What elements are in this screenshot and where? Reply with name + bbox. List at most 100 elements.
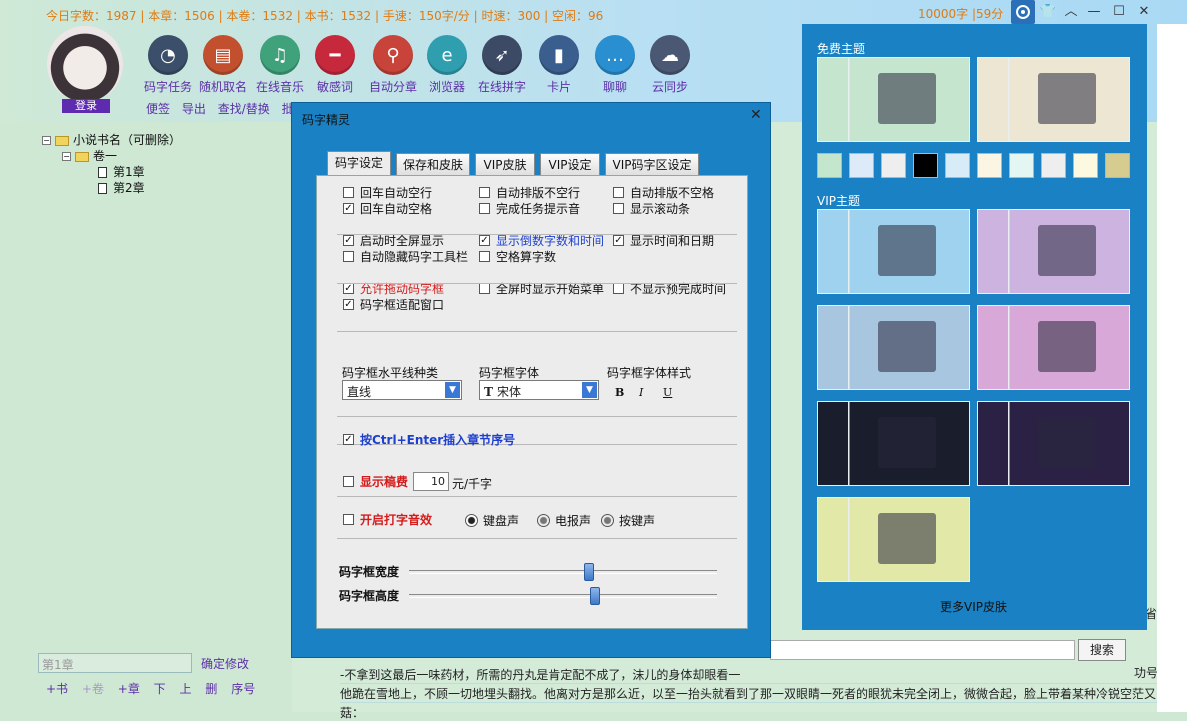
typing-sound-checkbox[interactable]: 开启打字音效 [343, 511, 432, 528]
chapter-name-input[interactable]: 第1章 [38, 653, 192, 673]
tool-chat-button[interactable]: … 聊聊 [585, 35, 645, 95]
option-checkbox[interactable]: 完成任务提示音 [479, 200, 580, 217]
vip-theme-thumbnail[interactable] [817, 305, 970, 390]
italic-button[interactable]: I [639, 386, 643, 399]
width-slider-thumb[interactable] [583, 563, 594, 581]
dialog-close-button[interactable]: ✕ [750, 107, 762, 123]
radio-keypress[interactable]: 按键声 [601, 512, 655, 529]
option-checkbox[interactable]: 自动隐藏码字工具栏 [343, 248, 468, 265]
color-swatch[interactable] [977, 153, 1002, 178]
tree-book[interactable]: − 小说书名（可删除） [42, 131, 181, 148]
option-checkbox[interactable]: 自动排版不空行 [479, 184, 580, 201]
tree-volume[interactable]: − 卷一 [62, 147, 117, 164]
vip-theme-thumbnail[interactable] [977, 209, 1130, 294]
skin-shirt-button[interactable]: 👕 [1037, 2, 1059, 22]
tool-gauge-button[interactable]: ◔ 码字任务 [138, 35, 198, 95]
radio-telegraph[interactable]: 电报声 [537, 512, 591, 529]
color-swatch[interactable] [849, 153, 874, 178]
tree-chapter[interactable]: 第2章 [98, 179, 145, 196]
radio-label: 电报声 [555, 514, 592, 528]
number-button[interactable]: 序号 [231, 682, 255, 696]
tab-vip-typing-area[interactable]: VIP码字区设定 [605, 153, 699, 177]
close-button[interactable]: ✕ [1133, 2, 1155, 22]
add-chapter-button[interactable]: +章 [118, 682, 140, 696]
free-theme-thumbnail[interactable] [817, 57, 970, 142]
option-checkbox[interactable]: 空格算字数 [479, 248, 556, 265]
tool-rocket-button[interactable]: ➶ 在线拼字 [472, 35, 532, 95]
fee-input[interactable]: 10 [413, 472, 449, 491]
tool-music-button[interactable]: ♫ 在线音乐 [250, 35, 310, 95]
color-swatch[interactable] [945, 153, 970, 178]
add-volume-button[interactable]: +卷 [82, 682, 104, 696]
tool-book-button[interactable]: ▤ 随机取名 [193, 35, 253, 95]
vip-theme-thumbnail[interactable] [977, 305, 1130, 390]
line-type-select[interactable]: 直线 ▼ [342, 380, 462, 400]
collapse-toggle-icon[interactable]: − [42, 136, 51, 145]
vip-theme-thumbnail[interactable] [817, 497, 970, 582]
avatar[interactable] [47, 26, 123, 102]
find-replace-link[interactable]: 查找/替换 [218, 102, 270, 116]
tree-chapter[interactable]: 第1章 [98, 163, 145, 180]
option-checkbox[interactable]: ✓ 码字框适配窗口 [343, 296, 444, 313]
search-input[interactable] [770, 640, 1075, 660]
browser-icon: e [427, 35, 467, 75]
height-slider-thumb[interactable] [589, 587, 600, 605]
login-button[interactable]: 登录 [62, 99, 110, 113]
tool-compass-button[interactable]: ⚲ 自动分章 [363, 35, 423, 95]
minimize-button[interactable]: — [1083, 2, 1105, 22]
option-checkbox[interactable]: 回车自动空行 [343, 184, 432, 201]
tab-save-and-skin[interactable]: 保存和皮肤 [396, 153, 470, 177]
search-button[interactable]: 搜索 [1078, 639, 1126, 661]
color-swatch[interactable] [913, 153, 938, 178]
color-swatch[interactable] [1073, 153, 1098, 178]
collapse-toggle-icon[interactable]: − [62, 152, 71, 161]
more-vip-skins-link[interactable]: 更多VIP皮肤 [940, 598, 1007, 615]
ctrl-enter-checkbox[interactable]: ✓ 按Ctrl+Enter插入章节序号 [343, 431, 515, 448]
tab-vip-settings[interactable]: VIP设定 [540, 153, 600, 177]
free-theme-thumbnail[interactable] [977, 57, 1130, 142]
option-checkbox[interactable]: 显示滚动条 [613, 200, 690, 217]
color-swatch[interactable] [881, 153, 906, 178]
option-label: 回车自动空格 [360, 202, 433, 216]
move-down-button[interactable]: 下 [154, 682, 166, 696]
color-swatch[interactable] [1105, 153, 1130, 178]
checkbox-icon [343, 251, 354, 262]
option-label: 自动排版不空行 [496, 186, 581, 200]
minimize-icon: — [1087, 4, 1101, 19]
tool-bookmark-button[interactable]: ▮ 卡片 [529, 35, 589, 95]
confirm-edit-link[interactable]: 确定修改 [201, 655, 249, 672]
export-link[interactable]: 导出 [182, 102, 206, 116]
tab-vip-skin[interactable]: VIP皮肤 [475, 153, 535, 177]
show-fee-checkbox[interactable]: 显示稿费 [343, 473, 408, 490]
vip-theme-thumbnail[interactable] [977, 401, 1130, 486]
radio-icon [537, 514, 550, 527]
color-swatch[interactable] [1041, 153, 1066, 178]
notes-link[interactable]: 便签 [146, 102, 170, 116]
option-checkbox[interactable]: 自动排版不空格 [613, 184, 714, 201]
radio-label: 键盘声 [483, 514, 520, 528]
tool-label: 卡片 [546, 80, 571, 94]
move-up-button[interactable]: 上 [180, 682, 192, 696]
option-checkbox[interactable]: ✓ 回车自动空格 [343, 200, 432, 217]
add-book-button[interactable]: +书 [46, 682, 68, 696]
settings-button[interactable] [1011, 0, 1035, 24]
tool-cloud-button[interactable]: ☁ 云同步 [640, 35, 700, 95]
width-slider[interactable] [409, 563, 717, 581]
vip-theme-thumbnail[interactable] [817, 209, 970, 294]
tab-typing-settings[interactable]: 码字设定 [327, 151, 391, 178]
height-slider[interactable] [409, 587, 717, 605]
tool-browser-button[interactable]: e 浏览器 [417, 35, 477, 95]
underline-button[interactable]: U [663, 386, 672, 399]
tool-minus-button[interactable]: ━ 敏感词 [305, 35, 365, 95]
color-swatch[interactable] [1009, 153, 1034, 178]
document-icon [98, 183, 107, 194]
vip-theme-thumbnail[interactable] [817, 401, 970, 486]
delete-button[interactable]: 删 [205, 682, 217, 696]
font-select[interactable]: T 宋体 ▼ [479, 380, 599, 400]
radio-keyboard[interactable]: 键盘声 [465, 512, 519, 529]
divider [337, 331, 737, 332]
collapse-button[interactable]: ︿ [1060, 2, 1082, 22]
maximize-button[interactable]: ☐ [1108, 2, 1130, 22]
bold-button[interactable]: B [615, 386, 624, 399]
color-swatch[interactable] [817, 153, 842, 178]
